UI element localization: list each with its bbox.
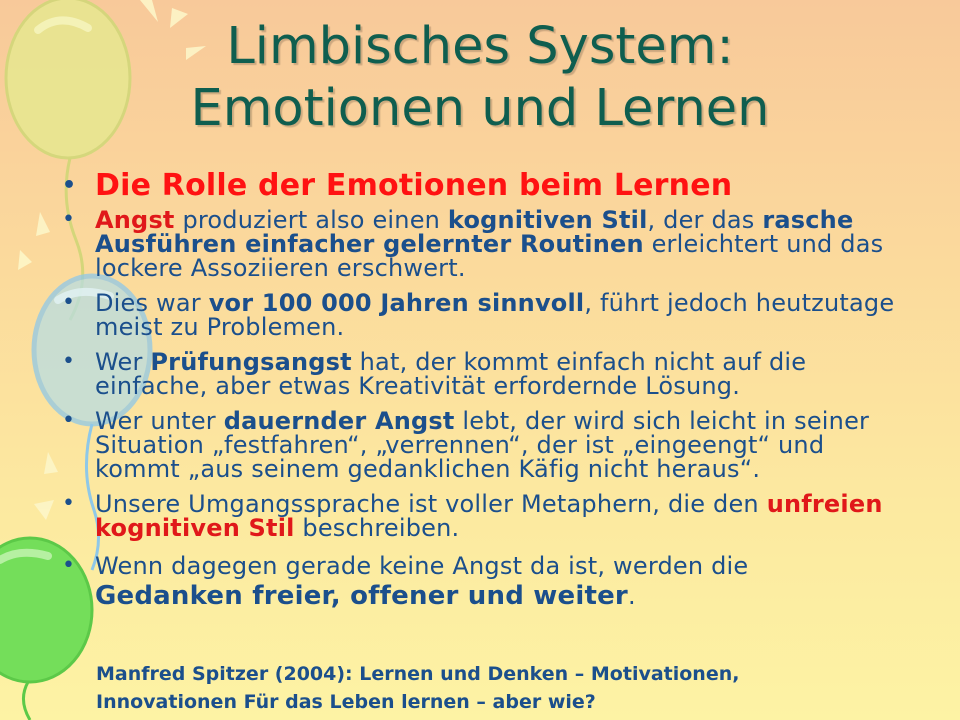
bullet-dauernde-angst: Wer unter dauernder Angst lebt, der wird… — [62, 409, 902, 481]
bullet-umgangssprache: Unsere Umgangssprache ist voller Metaphe… — [62, 492, 902, 540]
slide: Limbisches System: Emotionen und Lernen … — [0, 0, 960, 720]
bullet-keine-angst: Wenn dagegen gerade keine Angst da ist, … — [62, 551, 902, 611]
bullet-pruefungsangst: Wer Prüfungsangst hat, der kommt einfach… — [62, 350, 902, 398]
bullet-text: Wenn dagegen gerade keine Angst da ist, … — [95, 552, 749, 580]
citation: Manfred Spitzer (2004): Lernen und Denke… — [96, 660, 936, 716]
title-line-2: Emotionen und Lernen — [190, 79, 770, 138]
citation-line-2: Innovationen Für das Leben lernen – aber… — [96, 691, 596, 713]
emphasis-gedanken-freier: Gedanken freier, offener und weiter — [95, 581, 628, 611]
title-line-1: Limbisches System: — [226, 17, 734, 76]
bullet-text: beschreiben. — [294, 514, 460, 542]
bullet-100000-jahren: Dies war vor 100 000 Jahren sinnvoll, fü… — [62, 291, 902, 339]
citation-line-1: Manfred Spitzer (2004): Lernen und Denke… — [96, 663, 740, 685]
bullet-text: . — [627, 582, 636, 610]
bullet-list: Die Rolle der Emotionen beim Lernen Angs… — [62, 168, 902, 622]
slide-title: Limbisches System: Emotionen und Lernen — [0, 16, 960, 140]
bullet-heading: Die Rolle der Emotionen beim Lernen — [62, 168, 902, 204]
bullet-angst: Angst produziert also einen kognitiven S… — [62, 208, 902, 280]
